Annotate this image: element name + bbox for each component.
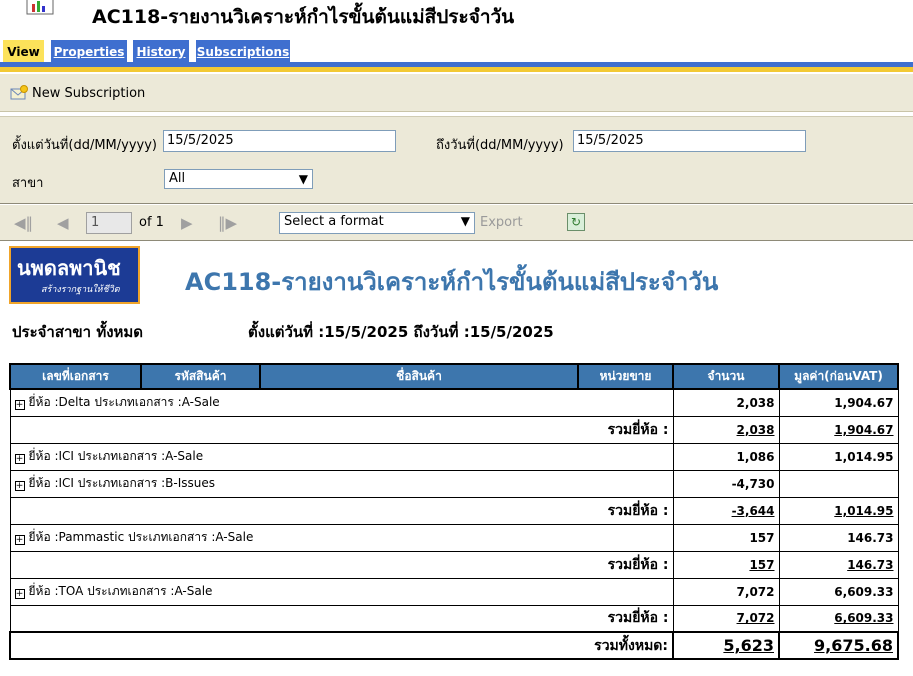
new-subscription-label: New Subscription xyxy=(32,85,146,101)
subtotal-qty: 2,038 xyxy=(672,415,780,444)
grand-total-qty: 5,623 xyxy=(672,631,780,660)
chevron-down-icon: ▼ xyxy=(460,214,470,228)
last-page-icon[interactable]: ‖▶ xyxy=(218,214,237,232)
subtotal-amount: 6,609.33 xyxy=(778,604,899,633)
table-row: รวมยี่ห้อ : 7,072 6,609.33 xyxy=(9,604,899,633)
first-page-icon[interactable]: ◀‖ xyxy=(14,214,33,232)
new-subscription-button[interactable]: New Subscription xyxy=(10,82,145,104)
table-header-row: เลขที่เอกสาร รหัสสินค้า ชื่อสินค้า หน่วย… xyxy=(9,363,899,390)
table-row: + ยี่ห้อ :ICI ประเภทเอกสาร :B-Issues -4,7… xyxy=(9,469,899,498)
report-title: AC118-รายงานวิเคราะห์กำไรขั้นต้นแม่สีประ… xyxy=(185,268,719,296)
export-format-select[interactable]: Select a format ▼ xyxy=(279,212,475,234)
qty-cell: 7,072 xyxy=(672,577,780,606)
group-label: ยี่ห้อ :ICI ประเภทเอกสาร :A-Sale xyxy=(28,449,204,463)
subtotal-qty: 7,072 xyxy=(672,604,780,633)
qty-cell: -4,730 xyxy=(672,469,780,498)
tab-divider-accent xyxy=(0,67,913,72)
group-label: ยี่ห้อ :Delta ประเภทเอกสาร :A-Sale xyxy=(28,395,220,410)
from-date-input[interactable]: 15/5/2025 xyxy=(163,130,396,152)
page-number-input[interactable]: 1 xyxy=(86,212,132,234)
report-toolbar: ◀‖ ◀ 1 of 1 ▶ ‖▶ Select a format ▼ Expor… xyxy=(0,205,913,241)
subtotal-label: รวมยี่ห้อ : xyxy=(9,550,674,579)
table-row: รวมยี่ห้อ : 2,038 1,904.67 xyxy=(9,415,899,444)
amount-cell: 146.73 xyxy=(778,523,899,552)
tab-subscriptions[interactable]: Subscriptions xyxy=(196,40,290,64)
group-cell[interactable]: + ยี่ห้อ :ICI ประเภทเอกสาร :B-Issues xyxy=(9,469,674,498)
tab-properties[interactable]: Properties xyxy=(51,40,127,64)
page-count: of 1 xyxy=(139,215,164,230)
branch-line: ประจำสาขา ทั้งหมด xyxy=(12,323,144,341)
format-select-value: Select a format xyxy=(284,214,384,229)
expand-icon[interactable]: + xyxy=(14,400,25,411)
expand-icon[interactable]: + xyxy=(14,589,25,599)
group-label: ยี่ห้อ :TOA ประเภทเอกสาร :A-Sale xyxy=(28,584,213,598)
branch-select[interactable]: All ▼ xyxy=(164,169,313,189)
column-header: มูลค่า(ก่อนVAT) xyxy=(778,363,899,390)
subtotal-amount: 1,014.95 xyxy=(778,496,899,525)
title-bar: AC118-รายงานวิเคราะห์กำไรขั้นต้นแม่สีประ… xyxy=(0,0,913,36)
subtotal-amount: 146.73 xyxy=(778,550,899,579)
branch-select-value: All xyxy=(169,171,186,186)
toolbar: New Subscription xyxy=(0,74,913,112)
chevron-down-icon: ▼ xyxy=(298,172,308,186)
logo-tagline: สร้างรากฐานให้ชีวิต xyxy=(41,285,120,295)
column-header: รหัสสินค้า xyxy=(140,363,261,390)
grand-total-amount: 9,675.68 xyxy=(778,631,899,660)
amount-cell: 1,904.67 xyxy=(778,388,899,417)
group-cell[interactable]: + ยี่ห้อ :Delta ประเภทเอกสาร :A-Sale xyxy=(9,388,674,417)
column-header: หน่วยขาย xyxy=(577,363,674,390)
subtotal-label: รวมยี่ห้อ : xyxy=(9,415,674,444)
new-subscription-icon xyxy=(10,85,28,100)
export-link[interactable]: Export xyxy=(480,215,523,230)
subtotal-label: รวมยี่ห้อ : xyxy=(9,604,674,633)
amount-cell xyxy=(778,469,899,498)
table-row: + ยี่ห้อ :TOA ประเภทเอกสาร :A-Sale 7,072 … xyxy=(9,577,899,606)
subtotal-label: รวมยี่ห้อ : xyxy=(9,496,674,525)
qty-cell: 2,038 xyxy=(672,388,780,417)
grand-total-label: รวมทั้งหมด: xyxy=(9,631,674,660)
group-label: ยี่ห้อ :ICI ประเภทเอกสาร :B-Issues xyxy=(28,476,216,490)
to-date-input[interactable]: 15/5/2025 xyxy=(573,130,806,152)
refresh-icon[interactable]: ↻ xyxy=(567,213,585,231)
group-cell[interactable]: + ยี่ห้อ :ICI ประเภทเอกสาร :A-Sale xyxy=(9,442,674,471)
tab-history[interactable]: History xyxy=(133,40,189,64)
group-label: ยี่ห้อ :Pammastic ประเภทเอกสาร :A-Sale xyxy=(28,530,254,544)
column-header: เลขที่เอกสาร xyxy=(9,363,142,390)
branch-label: สาขา xyxy=(12,176,44,191)
column-header: จำนวน xyxy=(672,363,780,390)
expand-icon[interactable]: + xyxy=(14,454,25,464)
expand-icon[interactable]: + xyxy=(14,535,25,545)
date-range-line: ตั้งแต่วันที่ :15/5/2025 ถึงวันที่ :15/5… xyxy=(248,323,554,341)
group-cell[interactable]: + ยี่ห้อ :TOA ประเภทเอกสาร :A-Sale xyxy=(9,577,674,606)
company-logo: นพดลพานิช สร้างรากฐานให้ชีวิต xyxy=(9,246,140,304)
column-header: ชื่อสินค้า xyxy=(259,363,579,390)
report-table: เลขที่เอกสาร รหัสสินค้า ชื่อสินค้า หน่วย… xyxy=(9,363,899,660)
group-cell[interactable]: + ยี่ห้อ :Pammastic ประเภทเอกสาร :A-Sale xyxy=(9,523,674,552)
grand-total-row: รวมทั้งหมด: 5,623 9,675.68 xyxy=(9,631,899,660)
table-row: รวมยี่ห้อ : 157 146.73 xyxy=(9,550,899,579)
subtotal-qty: 157 xyxy=(672,550,780,579)
table-row: + ยี่ห้อ :Pammastic ประเภทเอกสาร :A-Sale … xyxy=(9,523,899,552)
expand-icon[interactable]: + xyxy=(14,481,25,491)
parameter-panel: ตั้งแต่วันที่(dd/MM/yyyy) 15/5/2025 ถึงว… xyxy=(0,116,913,204)
to-date-label: ถึงวันที่(dd/MM/yyyy) xyxy=(436,138,564,153)
amount-cell: 6,609.33 xyxy=(778,577,899,606)
qty-cell: 157 xyxy=(672,523,780,552)
subtotal-amount: 1,904.67 xyxy=(778,415,899,444)
table-row: + ยี่ห้อ :Delta ประเภทเอกสาร :A-Sale 2,03… xyxy=(9,388,899,417)
page-title: AC118-รายงานวิเคราะห์กำไรขั้นต้นแม่สีประ… xyxy=(92,6,515,28)
next-page-icon[interactable]: ▶ xyxy=(181,214,193,232)
report-icon xyxy=(26,0,54,15)
amount-cell: 1,014.95 xyxy=(778,442,899,471)
subtotal-qty: -3,644 xyxy=(672,496,780,525)
table-row: รวมยี่ห้อ : -3,644 1,014.95 xyxy=(9,496,899,525)
qty-cell: 1,086 xyxy=(672,442,780,471)
logo-text: นพดลพานิช xyxy=(17,256,121,280)
from-date-label: ตั้งแต่วันที่(dd/MM/yyyy) xyxy=(12,138,157,153)
previous-page-icon[interactable]: ◀ xyxy=(57,214,69,232)
table-row: + ยี่ห้อ :ICI ประเภทเอกสาร :A-Sale 1,086 … xyxy=(9,442,899,471)
